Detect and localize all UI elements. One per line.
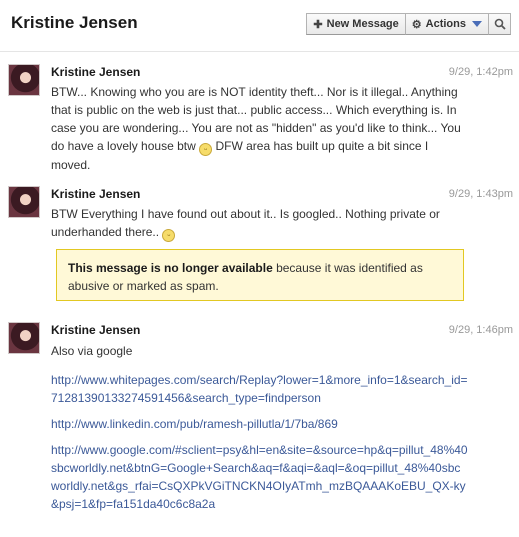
removed-message-notice: This message is no longer available beca…	[56, 249, 464, 301]
timestamp: 9/29, 1:43pm	[448, 188, 513, 200]
smiley-emoticon-icon: ᵕ	[199, 143, 213, 156]
search-icon	[494, 18, 506, 30]
plus-icon: ✚	[313, 18, 323, 31]
message-text-part: BTW Everything I have found out about it…	[51, 207, 440, 239]
avatar[interactable]	[8, 186, 40, 218]
toolbar: ✚ New Message ⚙ Actions	[306, 13, 511, 35]
avatar[interactable]	[8, 64, 40, 96]
sender-name[interactable]: Kristine Jensen	[51, 323, 140, 337]
page-title: Kristine Jensen	[11, 13, 138, 32]
actions-button[interactable]: ⚙ Actions	[405, 13, 489, 35]
smiley-emoticon-icon: ᵕ	[162, 229, 176, 242]
search-button[interactable]	[489, 13, 511, 35]
message-link[interactable]: http://www.google.com/#sclient=psy&hl=en…	[51, 441, 469, 513]
message-link[interactable]: http://www.linkedin.com/pub/ramesh-pillu…	[51, 415, 469, 433]
notice-title: This message is no longer available	[68, 261, 273, 275]
message-text: Also via google http://www.whitepages.co…	[51, 342, 469, 513]
sender-name[interactable]: Kristine Jensen	[51, 187, 140, 201]
timestamp: 9/29, 1:42pm	[448, 66, 513, 78]
timestamp: 9/29, 1:46pm	[448, 324, 513, 336]
actions-label: Actions	[425, 18, 466, 30]
message-text-part: Also via google	[51, 344, 133, 358]
message-link[interactable]: http://www.whitepages.com/search/Replay?…	[51, 371, 469, 407]
new-message-button[interactable]: ✚ New Message	[306, 13, 406, 35]
gear-icon: ⚙	[411, 18, 422, 31]
thread-header: Kristine Jensen ✚ New Message ⚙ Actions	[0, 0, 519, 52]
caret-down-icon	[472, 21, 482, 27]
new-message-label: New Message	[326, 18, 399, 30]
message-text: BTW... Knowing who you are is NOT identi…	[51, 83, 469, 174]
avatar[interactable]	[8, 322, 40, 354]
message-text: BTW Everything I have found out about it…	[51, 205, 469, 242]
sender-name[interactable]: Kristine Jensen	[51, 65, 140, 79]
